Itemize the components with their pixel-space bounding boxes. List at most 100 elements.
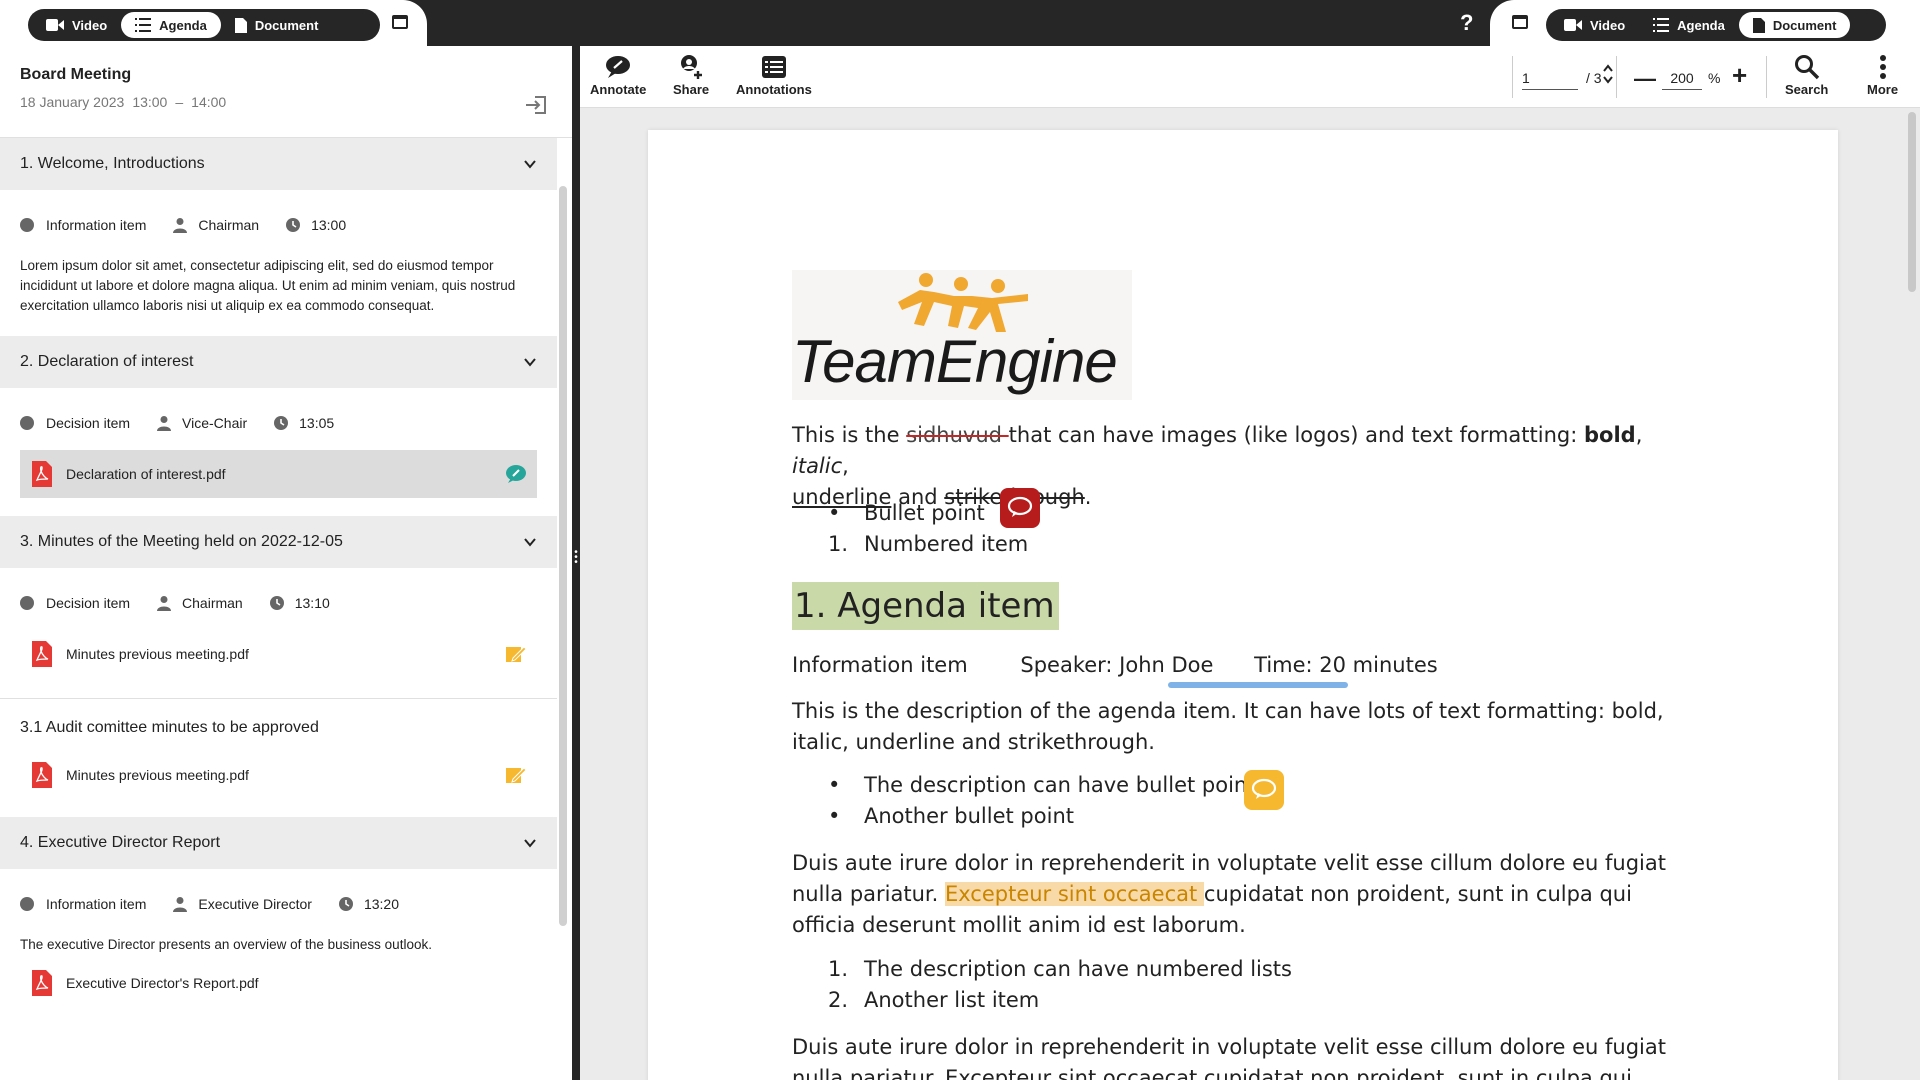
meeting-header: Board Meeting 18 January 2023 13:00 – 14… bbox=[0, 46, 572, 138]
list-number: 1. bbox=[828, 957, 849, 981]
document-tab[interactable]: Document bbox=[221, 12, 333, 38]
leave-meeting-icon[interactable] bbox=[525, 96, 547, 114]
time-separator: – bbox=[175, 94, 184, 110]
annotations-label: Annotations bbox=[736, 82, 812, 97]
zoom-in-button[interactable]: + bbox=[1732, 60, 1747, 91]
file-attachment[interactable]: Executive Director's Report.pdf bbox=[20, 959, 537, 1007]
numbered-list: 1. The description can have numbered list… bbox=[792, 954, 1692, 1016]
annotate-icon bbox=[606, 56, 631, 78]
more-vertical-icon bbox=[1879, 55, 1886, 79]
splitter-handle-icon[interactable]: • • • bbox=[573, 548, 579, 568]
page-number-input[interactable]: 1 bbox=[1522, 60, 1578, 90]
italic-text: italic bbox=[792, 454, 843, 478]
annotated-comment-icon[interactable] bbox=[505, 464, 527, 484]
file-attachment[interactable]: Declaration of interest.pdf bbox=[20, 450, 537, 498]
doc-speaker: Speaker: John Doe bbox=[1020, 653, 1214, 677]
meeting-end-time: 14:00 bbox=[191, 94, 227, 110]
bullet-list: • Bullet point 1. Numbered item bbox=[792, 498, 1692, 560]
comment-annotation-red[interactable] bbox=[1000, 488, 1040, 528]
item-type-dot-icon bbox=[20, 218, 34, 232]
agenda-subitem-title: 3.1 Audit comittee minutes to be approve… bbox=[20, 719, 319, 736]
pdf-icon bbox=[32, 762, 52, 788]
help-button[interactable]: ? bbox=[1460, 10, 1473, 36]
agenda-item-header[interactable]: 2. Declaration of interest bbox=[0, 336, 557, 388]
share-button[interactable]: Share bbox=[673, 54, 709, 97]
list-item-text: Bullet point bbox=[864, 501, 985, 525]
item-time: 13:05 bbox=[299, 415, 335, 431]
document-scrollbar[interactable] bbox=[1908, 112, 1916, 292]
zoom-out-button[interactable]: — bbox=[1634, 66, 1656, 92]
edit-note-icon[interactable] bbox=[505, 644, 527, 664]
comment-annotation-yellow[interactable] bbox=[1244, 770, 1284, 810]
item-description: The executive Director presents an overv… bbox=[20, 937, 432, 952]
search-label: Search bbox=[1785, 82, 1829, 97]
speech-bubble-icon bbox=[1251, 778, 1277, 799]
chevron-down-icon[interactable] bbox=[523, 836, 537, 850]
page-spinner-icon[interactable] bbox=[1602, 62, 1614, 86]
share-label: Share bbox=[673, 82, 710, 97]
video-tab-right[interactable]: Video bbox=[1550, 12, 1639, 38]
chevron-down-icon[interactable] bbox=[523, 157, 537, 171]
freehand-underline-annotation[interactable] bbox=[1168, 682, 1348, 688]
toolbar-divider bbox=[1616, 56, 1617, 98]
document-tab-right[interactable]: Document bbox=[1738, 12, 1851, 38]
page-total: / 3 bbox=[1586, 70, 1602, 86]
item-type: Decision item bbox=[46, 595, 131, 611]
search-button[interactable]: Search bbox=[1785, 54, 1828, 97]
window-toggle-icon-right[interactable] bbox=[1512, 15, 1528, 29]
more-button[interactable]: More bbox=[1867, 54, 1898, 97]
item-type-dot-icon bbox=[20, 897, 34, 911]
text-run: that can have images (like logos) and te… bbox=[1008, 423, 1584, 447]
item-type-dot-icon bbox=[20, 416, 34, 430]
item-type: Information item bbox=[46, 217, 147, 233]
agenda-scrollbar[interactable] bbox=[559, 186, 567, 926]
annotations-button[interactable]: Annotations bbox=[736, 54, 812, 97]
agenda-list: 1. Welcome, Introductions Information it… bbox=[0, 138, 557, 1007]
video-tab[interactable]: Video bbox=[32, 12, 121, 38]
right-view-switcher-container: Video Agenda Document bbox=[1490, 0, 1920, 46]
logo-text: TeamEngine bbox=[792, 328, 1118, 395]
edit-note-icon[interactable] bbox=[505, 765, 527, 785]
highlighted-text-annotation[interactable]: Excepteur sint occaecat bbox=[944, 882, 1204, 906]
file-name: Minutes previous meeting.pdf bbox=[66, 767, 249, 783]
chevron-down-icon[interactable] bbox=[523, 355, 537, 369]
item-type: Information item bbox=[46, 896, 147, 912]
agenda-tab-right[interactable]: Agenda bbox=[1639, 12, 1739, 38]
file-name: Minutes previous meeting.pdf bbox=[66, 646, 249, 662]
agenda-list-icon bbox=[1653, 18, 1670, 32]
agenda-item-header[interactable]: 1. Welcome, Introductions bbox=[0, 138, 557, 190]
agenda-item-header[interactable]: 4. Executive Director Report bbox=[0, 817, 557, 869]
agenda-panel: Board Meeting 18 January 2023 13:00 – 14… bbox=[0, 46, 572, 1080]
left-view-switcher-container: Video Agenda Document bbox=[0, 0, 427, 46]
list-item-text: Another bullet point bbox=[864, 804, 1074, 828]
list-item-text: Another list item bbox=[864, 988, 1040, 1012]
struck-annotation[interactable]: sidhuvud bbox=[906, 423, 1008, 447]
document-toolbar: Annotate Share Annotations 1 / 3 — 200 %… bbox=[580, 46, 1920, 108]
document-tab-label: Document bbox=[254, 17, 319, 33]
agenda-tab[interactable]: Agenda bbox=[121, 12, 221, 38]
left-view-switcher: Video Agenda Document bbox=[28, 9, 380, 41]
doc-time: Time: 20 minutes bbox=[1254, 653, 1438, 677]
file-attachment[interactable]: Minutes previous meeting.pdf bbox=[20, 630, 537, 678]
item-type: Decision item bbox=[46, 415, 131, 431]
doc-item-type: Information item bbox=[792, 653, 968, 677]
list-item-text: Numbered item bbox=[864, 532, 1029, 556]
chevron-down-icon[interactable] bbox=[523, 535, 537, 549]
annotate-button[interactable]: Annotate bbox=[590, 54, 646, 97]
list-number: 2. bbox=[828, 988, 849, 1012]
zoom-input[interactable]: 200 bbox=[1662, 60, 1702, 90]
agenda-item-header[interactable]: 3. Minutes of the Meeting held on 2022-1… bbox=[0, 516, 557, 568]
item-description: Lorem ipsum dolor sit amet, consectetur … bbox=[20, 258, 516, 313]
meeting-date: 18 January 2023 bbox=[20, 94, 125, 110]
item-type-dot-icon bbox=[20, 596, 34, 610]
agenda-item-meta: Information item Chairman 13:00 bbox=[0, 212, 557, 238]
agenda-tab-label: Agenda bbox=[1677, 17, 1725, 33]
agenda-item-title: 1. Welcome, Introductions bbox=[20, 155, 205, 172]
file-attachment[interactable]: Minutes previous meeting.pdf bbox=[20, 751, 537, 799]
clock-icon bbox=[274, 416, 289, 430]
meeting-start-time: 13:00 bbox=[132, 94, 168, 110]
speech-bubble-icon bbox=[1007, 496, 1033, 517]
list-item: • The description can have bullet points bbox=[828, 773, 1267, 797]
window-toggle-icon[interactable] bbox=[392, 15, 408, 29]
agenda-item-title: 2. Declaration of interest bbox=[20, 353, 194, 370]
